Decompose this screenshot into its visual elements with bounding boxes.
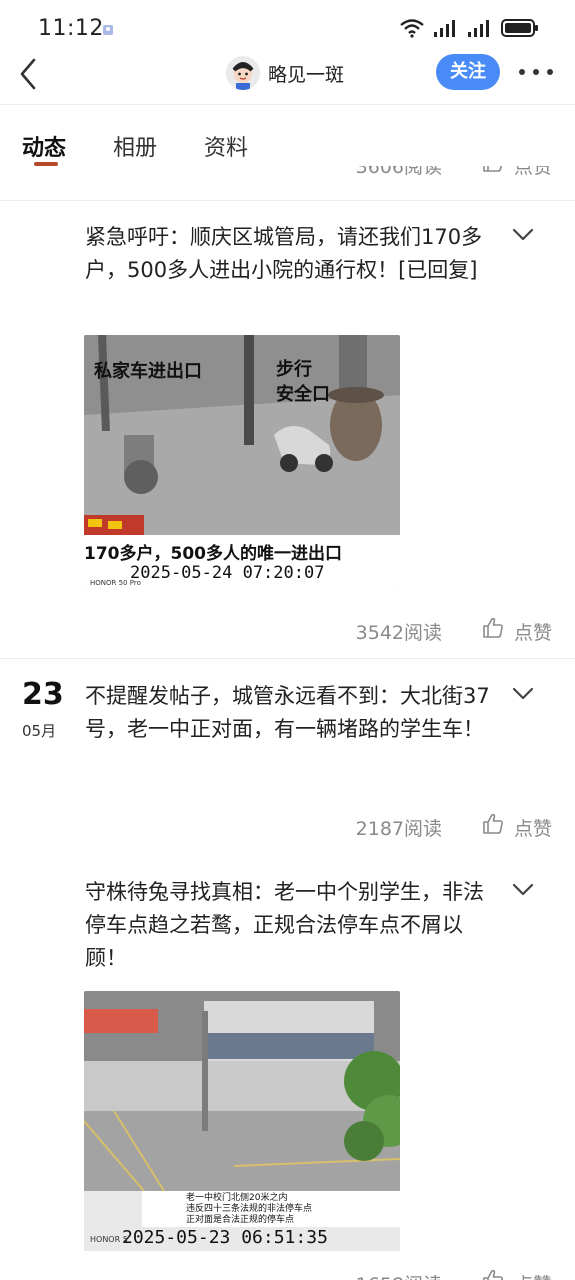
post-title[interactable]: 守株待兔寻找真相：老一中个别学生，非法停车点趋之若鹜，正规合法停车点不屑以顾！: [85, 876, 493, 975]
header-divider: [0, 104, 575, 105]
like-label[interactable]: 点赞: [514, 618, 552, 645]
post-stats-partial: 3606阅读 点赞: [0, 166, 575, 192]
tab-dynamic[interactable]: 动态: [22, 130, 66, 162]
photo-brand-watermark: HONOR 5: [90, 1235, 128, 1244]
tab-profile[interactable]: 资料: [204, 130, 248, 162]
nav-title[interactable]: 略见一斑: [268, 60, 344, 87]
status-icons: [399, 18, 539, 38]
post-title[interactable]: 不提醒发帖子，城管永远看不到：大北街37号，老一中正对面，有一辆堵路的学生车！: [85, 680, 493, 746]
signal-icon-2: [468, 20, 489, 37]
photo-caption: 170多户，500多人的唯一进出口: [84, 544, 342, 564]
avatar[interactable]: [226, 56, 260, 90]
profile-tabs: 动态 相册 资料: [0, 106, 575, 166]
signal-icon: [434, 20, 455, 37]
photo-label-vehicle-entrance: 私家车进出口: [94, 361, 202, 382]
read-count: 3542阅读: [355, 622, 442, 644]
photo-timestamp: 2025-05-23 06:51:35: [122, 1227, 328, 1248]
post-date-day: 23: [22, 677, 64, 712]
photo-label-safe-exit: 安全口: [276, 384, 330, 405]
post-stats: 2187阅读 点赞: [0, 812, 575, 854]
chevron-down-icon[interactable]: [512, 883, 534, 897]
status-time: 11:12: [38, 16, 104, 41]
post-divider: [0, 658, 575, 659]
post-divider: [0, 200, 575, 201]
read-count: 2187阅读: [355, 818, 442, 840]
battery-icon: [501, 19, 538, 37]
like-label[interactable]: 点赞: [514, 1270, 552, 1280]
nav-bar: 略见一斑 关注: [0, 46, 575, 102]
read-count: 3606阅读: [355, 166, 442, 178]
post-title[interactable]: 紧急呼吁：顺庆区城管局，请还我们170多户，500多人进出小院的通行权！[已回复…: [85, 221, 493, 287]
chevron-down-icon[interactable]: [512, 687, 534, 701]
post-date-month: 05月: [22, 722, 57, 740]
notification-icon: [103, 25, 113, 35]
avatar-cartoon-icon: [226, 56, 260, 90]
follow-button[interactable]: 关注: [436, 54, 500, 90]
post-photo[interactable]: 私家车进出口 步行 安全口 170多户，500多人的唯一进出口 2025-05-…: [84, 335, 400, 591]
post-stats: 1658阅读 点赞: [0, 1268, 575, 1280]
like-label[interactable]: 点赞: [514, 166, 552, 179]
more-options-icon[interactable]: [516, 60, 556, 84]
photo-brand-watermark: HONOR 50 Pro: [90, 579, 141, 587]
tab-album[interactable]: 相册: [113, 130, 157, 162]
active-tab-indicator: [34, 162, 58, 166]
back-icon[interactable]: [12, 52, 48, 96]
photo-timestamp: 2025-05-24 07:20:07: [130, 563, 325, 583]
thumbs-up-icon[interactable]: [481, 812, 505, 836]
thumbs-up-icon[interactable]: [481, 166, 505, 174]
wifi-icon: [400, 19, 424, 38]
post-photo[interactable]: 老一中校门北侧20米之内 违反四十三条法规的非法停车点 正对面是合法正规的停车点…: [84, 991, 400, 1251]
post-stats: 3542阅读 点赞: [0, 616, 575, 658]
feed: 3606阅读 点赞 紧急呼吁：顺庆区城管局，请还我们170多户，500多人进出小…: [0, 166, 575, 1280]
chevron-down-icon[interactable]: [512, 228, 534, 242]
thumbs-up-icon[interactable]: [481, 616, 505, 640]
thumbs-up-icon[interactable]: [481, 1268, 505, 1280]
photo-label-walk: 步行: [276, 359, 312, 380]
photo-note-3: 正对面是合法正规的停车点: [186, 1215, 295, 1225]
read-count: 1658阅读: [356, 1270, 442, 1280]
like-label[interactable]: 点赞: [514, 814, 552, 841]
